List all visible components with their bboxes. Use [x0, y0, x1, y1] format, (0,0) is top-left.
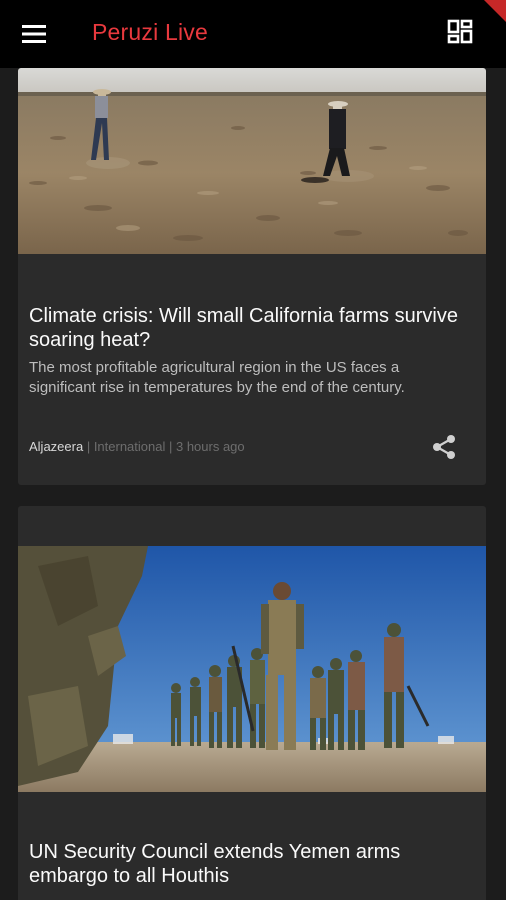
- meta-separator: |: [165, 439, 176, 454]
- grid-layout-icon[interactable]: [444, 17, 476, 49]
- share-icon[interactable]: [430, 433, 458, 461]
- article-time: 3 hours ago: [175, 439, 245, 454]
- article-summary: The most profitable agricultural region …: [29, 359, 405, 396]
- app-bar: Peruzi Live: [0, 0, 506, 68]
- article-image: [18, 546, 486, 792]
- article-image: [18, 68, 486, 254]
- article-card[interactable]: UN Security Council extends Yemen arms e…: [18, 506, 486, 900]
- app-title: Peruzi Live: [92, 19, 208, 45]
- article-meta: Aljazeera | International | 3 hours ago: [29, 438, 245, 456]
- article-source: Aljazeera: [29, 439, 84, 454]
- meta-separator: |: [83, 439, 94, 454]
- news-feed[interactable]: Climate crisis: Will small California fa…: [0, 68, 506, 900]
- article-headline[interactable]: UN Security Council extends Yemen arms e…: [29, 840, 469, 888]
- hamburger-menu-icon[interactable]: [18, 20, 50, 48]
- article-category: International: [93, 439, 166, 454]
- corner-ribbon: [484, 0, 506, 22]
- article-card[interactable]: Climate crisis: Will small California fa…: [18, 68, 486, 485]
- article-headline[interactable]: Climate crisis: Will small California fa…: [29, 304, 469, 352]
